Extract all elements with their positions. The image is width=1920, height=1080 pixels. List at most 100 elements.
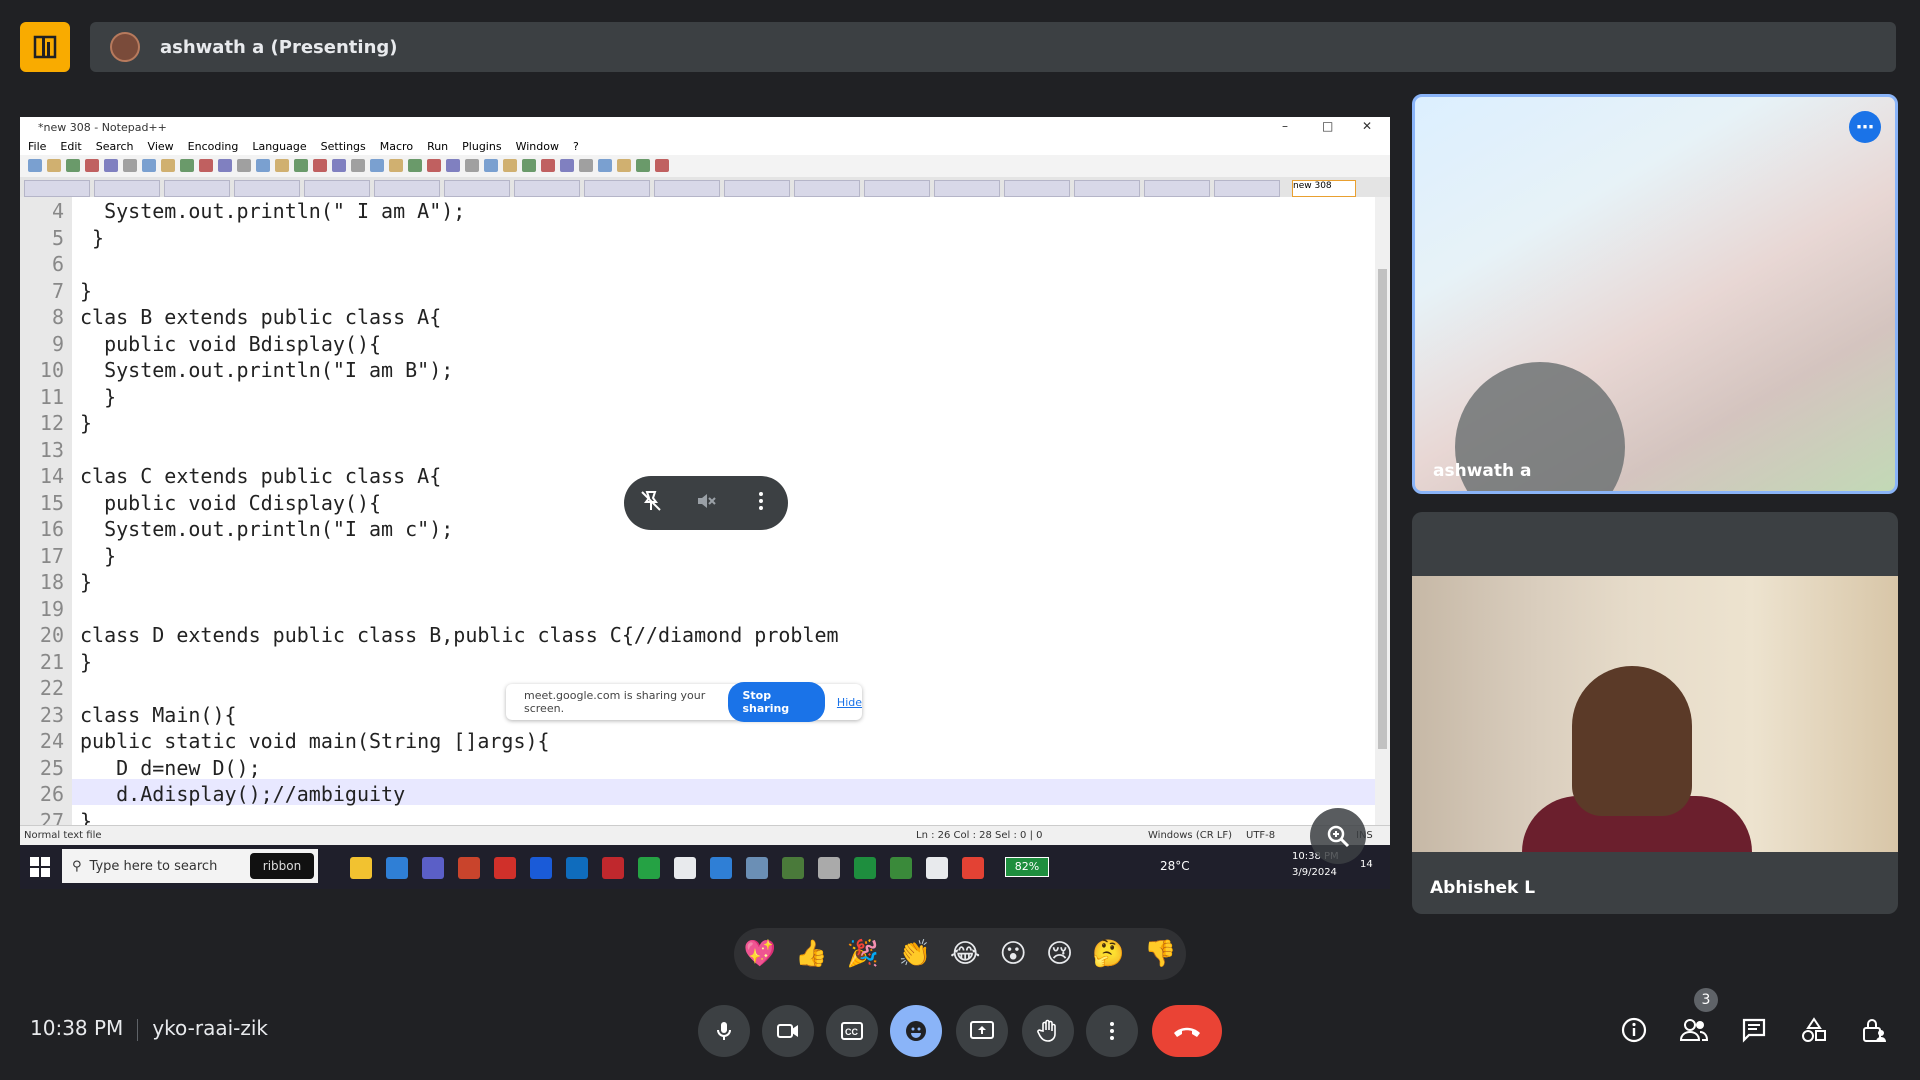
toolbar-button[interactable]	[484, 159, 498, 172]
file-tab[interactable]	[164, 180, 230, 197]
menu-help[interactable]: ?	[573, 140, 579, 153]
reactions-button[interactable]	[890, 1005, 942, 1057]
file-tab[interactable]	[724, 180, 790, 197]
toolbar-button[interactable]	[465, 159, 479, 172]
toolbar-button[interactable]	[351, 159, 365, 172]
taskbar-app-icon[interactable]	[818, 857, 840, 879]
toolbar-button[interactable]	[313, 159, 327, 172]
file-tab[interactable]	[24, 180, 90, 197]
participant-tile[interactable]: Abhishek L	[1412, 512, 1898, 914]
battery-indicator[interactable]: 82%	[1005, 857, 1049, 877]
taskbar-app-icon[interactable]	[638, 857, 660, 879]
code-line[interactable]: clas B extends public class A{	[80, 305, 441, 329]
toolbar-button[interactable]	[104, 159, 118, 172]
file-tab[interactable]	[234, 180, 300, 197]
toolbar-button[interactable]	[180, 159, 194, 172]
menu-settings[interactable]: Settings	[321, 140, 366, 153]
file-tab[interactable]	[1144, 180, 1210, 197]
toolbar-button[interactable]	[655, 159, 669, 172]
tray-date[interactable]: 3/9/2024	[1292, 867, 1337, 878]
reaction-joy[interactable]: 😂	[950, 939, 980, 969]
reaction-party-popper[interactable]: 🎉	[847, 939, 879, 969]
toolbar-button[interactable]	[598, 159, 612, 172]
stop-sharing-button[interactable]: Stop sharing	[728, 682, 825, 722]
code-line[interactable]: }	[80, 570, 92, 594]
reaction-crying[interactable]: 😢	[1046, 939, 1073, 969]
vertical-scrollbar[interactable]	[1375, 197, 1390, 825]
file-tab[interactable]	[794, 180, 860, 197]
reaction-thinking[interactable]: 🤔	[1092, 939, 1124, 969]
code-line[interactable]: clas C extends public class A{	[80, 464, 441, 488]
menu-edit[interactable]: Edit	[60, 140, 81, 153]
toolbar-button[interactable]	[85, 159, 99, 172]
menu-encoding[interactable]: Encoding	[188, 140, 239, 153]
microphone-button[interactable]	[698, 1005, 750, 1057]
close-icon[interactable]: ✕	[1362, 119, 1372, 133]
raise-hand-button[interactable]	[1022, 1005, 1074, 1057]
tile-more-options-icon[interactable]: ⋯	[1849, 111, 1881, 143]
taskbar-app-icon[interactable]	[710, 857, 732, 879]
toolbar-button[interactable]	[446, 159, 460, 172]
taskbar-app-icon[interactable]	[386, 857, 408, 879]
reaction-surprised[interactable]: 😮	[1000, 939, 1027, 969]
menu-plugins[interactable]: Plugins	[462, 140, 501, 153]
unpin-icon[interactable]	[639, 489, 663, 517]
taskbar-app-icon[interactable]	[566, 857, 588, 879]
taskbar-app-icon[interactable]	[926, 857, 948, 879]
code-line[interactable]: }	[80, 650, 92, 674]
toolbar-button[interactable]	[560, 159, 574, 172]
maximize-icon[interactable]: □	[1322, 119, 1333, 133]
taskbar-app-icon[interactable]	[890, 857, 912, 879]
taskbar-app-icon[interactable]	[458, 857, 480, 879]
code-line[interactable]: }	[80, 544, 116, 568]
notification-count[interactable]: 14	[1360, 859, 1373, 870]
code-line[interactable]: System.out.println("I am B");	[80, 358, 453, 382]
hide-banner-link[interactable]: Hide	[837, 696, 862, 709]
code-line[interactable]: D d=new D();	[80, 756, 261, 780]
menu-view[interactable]: View	[148, 140, 174, 153]
code-line[interactable]: public static void main(String []args){	[80, 729, 550, 753]
toolbar-button[interactable]	[237, 159, 251, 172]
toolbar-button[interactable]	[142, 159, 156, 172]
toolbar-button[interactable]	[123, 159, 137, 172]
people-button[interactable]	[1676, 1012, 1712, 1048]
toolbar-button[interactable]	[199, 159, 213, 172]
taskbar-app-icon[interactable]	[350, 857, 372, 879]
toolbar-button[interactable]	[47, 159, 61, 172]
taskbar-app-icon[interactable]	[494, 857, 516, 879]
file-tab[interactable]	[584, 180, 650, 197]
taskbar-app-icon[interactable]	[962, 857, 984, 879]
code-line[interactable]: System.out.println(" I am A");	[80, 199, 465, 223]
menu-language[interactable]: Language	[252, 140, 306, 153]
mute-audio-icon[interactable]	[694, 489, 718, 517]
menu-macro[interactable]: Macro	[380, 140, 413, 153]
code-line[interactable]: System.out.println("I am c");	[80, 517, 453, 541]
taskbar-app-icon[interactable]	[746, 857, 768, 879]
menu-run[interactable]: Run	[427, 140, 448, 153]
file-tab[interactable]	[1074, 180, 1140, 197]
minimize-icon[interactable]: –	[1282, 119, 1288, 133]
toolbar-button[interactable]	[275, 159, 289, 172]
code-line[interactable]: public void Cdisplay(){	[80, 491, 381, 515]
code-line[interactable]: public void Bdisplay(){	[80, 332, 381, 356]
toolbar-button[interactable]	[218, 159, 232, 172]
taskbar-search[interactable]: ⚲ Type here to search ribbon	[62, 849, 318, 883]
taskbar-app-icon[interactable]	[674, 857, 696, 879]
present-screen-button[interactable]	[956, 1005, 1008, 1057]
file-tab[interactable]	[94, 180, 160, 197]
code-line[interactable]: class D extends public class B,public cl…	[80, 623, 839, 647]
more-options-button[interactable]	[1086, 1005, 1138, 1057]
taskbar-app-icon[interactable]	[602, 857, 624, 879]
zoom-in-button[interactable]	[1310, 808, 1366, 864]
toolbar-button[interactable]	[636, 159, 650, 172]
file-tab[interactable]	[444, 180, 510, 197]
toolbar-button[interactable]	[579, 159, 593, 172]
file-tab[interactable]	[654, 180, 720, 197]
end-call-button[interactable]	[1152, 1005, 1222, 1057]
toolbar-button[interactable]	[503, 159, 517, 172]
scrollbar-thumb[interactable]	[1378, 269, 1387, 749]
taskbar-app-icon[interactable]	[854, 857, 876, 879]
reaction-thumbs-up[interactable]: 👍	[795, 939, 827, 969]
toolbar-button[interactable]	[256, 159, 270, 172]
taskbar-app-icon[interactable]	[422, 857, 444, 879]
